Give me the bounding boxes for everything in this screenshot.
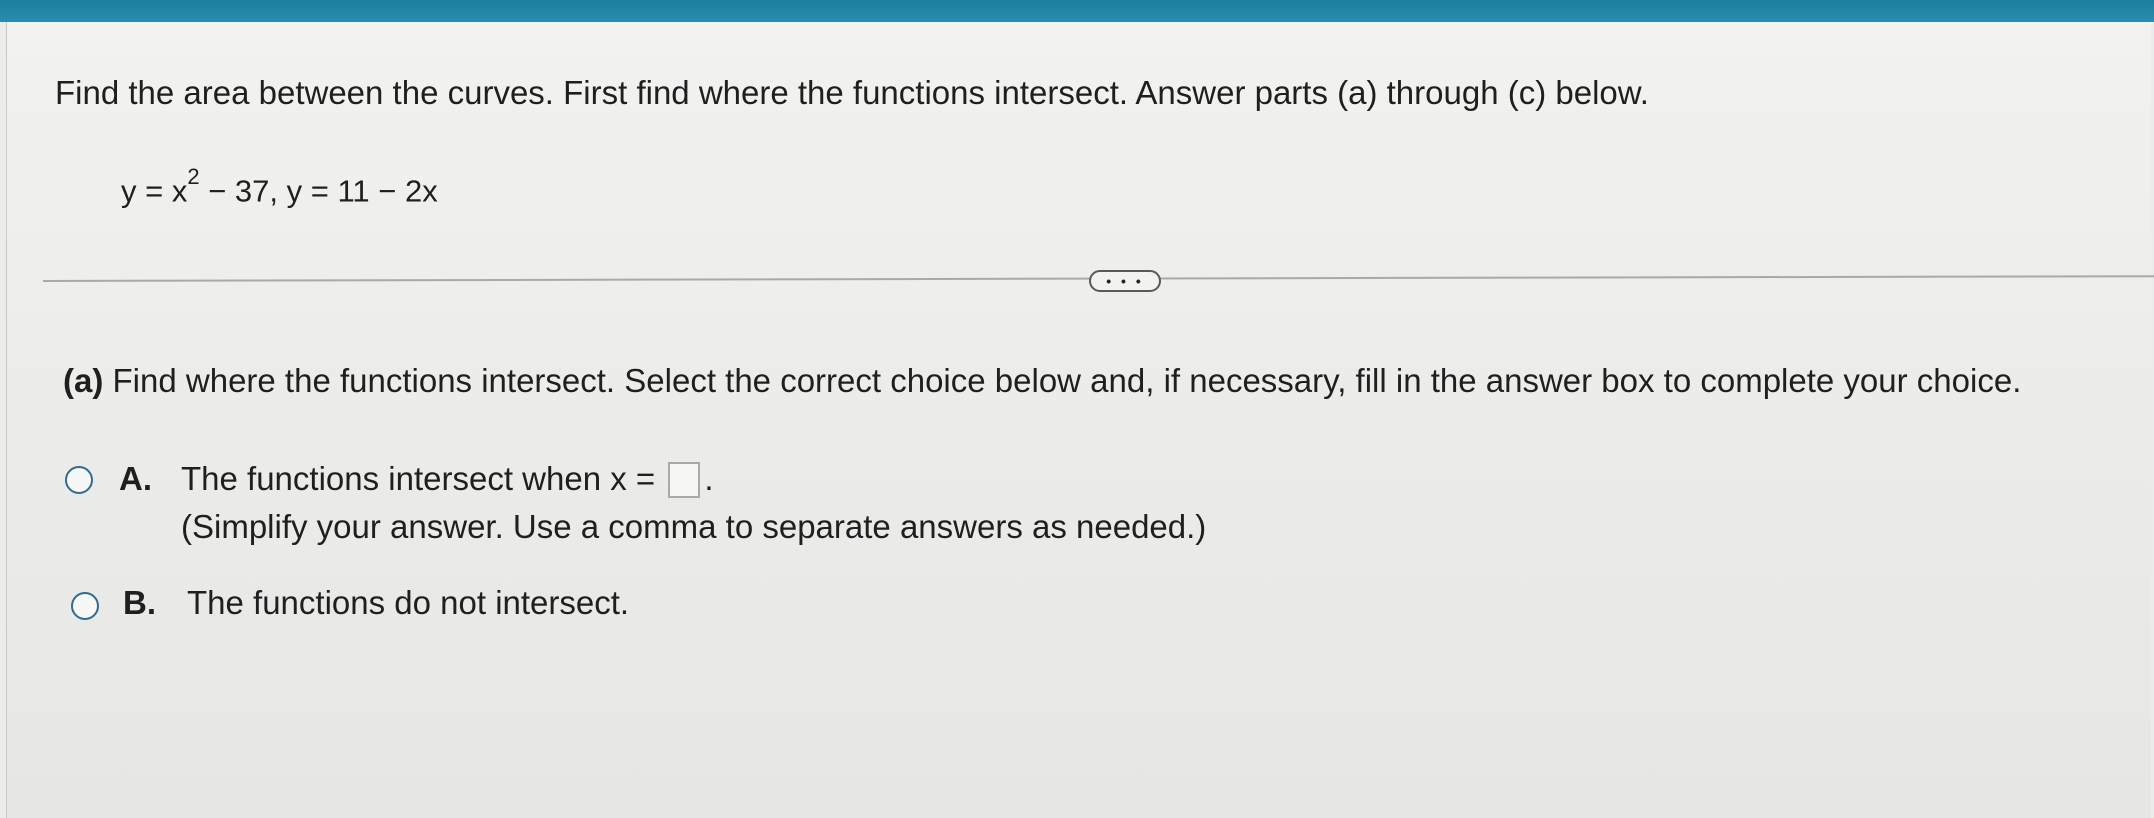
choice-b-letter: B. <box>123 584 156 621</box>
choice-a-radio[interactable] <box>65 466 93 494</box>
equation-suffix: − 37, y = 11 − 2x <box>199 173 438 209</box>
part-a-prompt: (a) Find where the functions intersect. … <box>63 362 2021 400</box>
equation-prefix: y = x <box>121 173 188 209</box>
question-panel: Find the area between the curves. First … <box>6 22 2154 818</box>
choice-a-text-after: . <box>704 460 714 497</box>
answer-input-box[interactable] <box>668 462 701 498</box>
equation-exponent: 2 <box>187 164 200 189</box>
choice-a-letter: A. <box>119 460 152 497</box>
part-a-text: Find where the functions intersect. Sele… <box>112 362 2022 399</box>
expand-more-button[interactable]: • • • <box>1089 270 1161 292</box>
equation: y = x2 − 37, y = 11 − 2x <box>121 164 438 209</box>
choice-b-text: The functions do not intersect. <box>187 584 630 621</box>
part-a-label: (a) <box>63 362 104 399</box>
question-instruction: Find the area between the curves. First … <box>55 74 1649 111</box>
choice-a-note: (Simplify your answer. Use a comma to se… <box>181 508 1207 545</box>
top-bar <box>0 0 2154 22</box>
choice-b-radio[interactable] <box>71 592 99 620</box>
choice-a-text: The functions intersect when x = . <box>181 460 714 498</box>
choice-a-text-before: The functions intersect when x = <box>181 460 656 497</box>
